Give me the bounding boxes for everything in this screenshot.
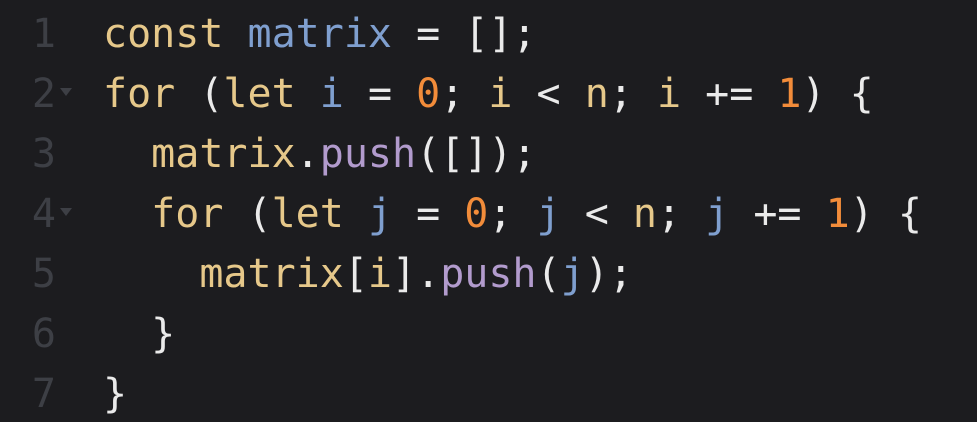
code-token: < (560, 191, 633, 237)
code-token: 0 (464, 191, 489, 237)
code-content[interactable]: for (let j = 0; j < n; j += 1) { (103, 184, 922, 244)
code-token: n (632, 191, 657, 237)
code-token: . (295, 131, 320, 177)
code-token: 1 (777, 71, 802, 117)
code-token: } (151, 311, 176, 357)
code-content[interactable]: } (103, 364, 127, 422)
code-token: i (367, 251, 393, 297)
code-token: ); (584, 251, 633, 297)
code-token: matrix (151, 131, 296, 177)
code-token: 1 (825, 191, 850, 237)
code-line-3[interactable]: 3 matrix.push([]); (0, 124, 537, 184)
code-content[interactable]: matrix.push([]); (103, 124, 537, 184)
code-token: n (584, 71, 609, 117)
code-token: []; (464, 11, 537, 57)
code-token: let (271, 191, 344, 237)
code-line-6[interactable]: 6 } (0, 304, 175, 364)
line-number: 2 (31, 71, 56, 117)
code-token: for (103, 71, 176, 117)
code-token: = (392, 191, 465, 237)
code-token: j (560, 251, 585, 297)
code-token: matrix (199, 251, 344, 297)
code-token: matrix (247, 11, 393, 57)
code-token: ([]); (416, 131, 537, 177)
code-line-5[interactable]: 5 matrix[i].push(j); (0, 244, 633, 304)
code-token: push (319, 131, 417, 177)
code-token: ; (488, 191, 537, 237)
line-number: 1 (31, 11, 56, 57)
code-content[interactable]: } (103, 304, 175, 364)
code-token: i (656, 71, 682, 117)
code-editor[interactable]: 1 const matrix = []; 2 for (let i = 0; i… (0, 0, 977, 422)
code-token: ; (656, 191, 706, 237)
code-token: j (705, 191, 730, 237)
code-token: ; (608, 71, 657, 117)
line-number: 4 (31, 191, 56, 237)
code-token: += (681, 71, 778, 117)
code-token: i (488, 71, 513, 117)
code-token: ) { (849, 191, 922, 237)
code-token: ; (440, 71, 489, 117)
code-line-4[interactable]: 4 for (let j = 0; j < n; j += 1) { (0, 184, 922, 244)
code-line-2[interactable]: 2 for (let i = 0; i < n; i += 1) { (0, 64, 874, 124)
line-number: 6 (31, 311, 56, 357)
code-token: ]. (392, 251, 441, 297)
code-line-7[interactable]: 7 } (0, 364, 127, 422)
fold-arrow-icon[interactable] (60, 88, 72, 96)
code-content[interactable]: for (let i = 0; i < n; i += 1) { (103, 64, 874, 124)
code-token: < (512, 71, 585, 117)
line-number: 7 (31, 371, 56, 417)
code-content[interactable]: matrix[i].push(j); (103, 244, 633, 304)
code-token: ( (175, 71, 224, 117)
code-content[interactable]: const matrix = []; (103, 4, 537, 64)
line-number: 5 (31, 251, 56, 297)
code-token: push (440, 251, 537, 297)
fold-arrow-icon[interactable] (60, 208, 72, 216)
line-number: 3 (31, 131, 56, 177)
code-line-1[interactable]: 1 const matrix = []; (0, 4, 537, 64)
code-token: j (536, 191, 561, 237)
code-token: let (223, 71, 296, 117)
code-token: for (151, 191, 224, 237)
code-token: ( (536, 251, 561, 297)
code-token: i (319, 71, 344, 117)
code-token: [ (343, 251, 368, 297)
code-token: = (392, 11, 465, 57)
code-token: 0 (416, 71, 441, 117)
code-token: ) { (801, 71, 874, 117)
code-token: const (103, 11, 224, 57)
code-token: ( (223, 191, 272, 237)
code-token: += (729, 191, 826, 237)
code-token: } (103, 371, 128, 417)
code-token: j (367, 191, 393, 237)
code-token: = (343, 71, 417, 117)
